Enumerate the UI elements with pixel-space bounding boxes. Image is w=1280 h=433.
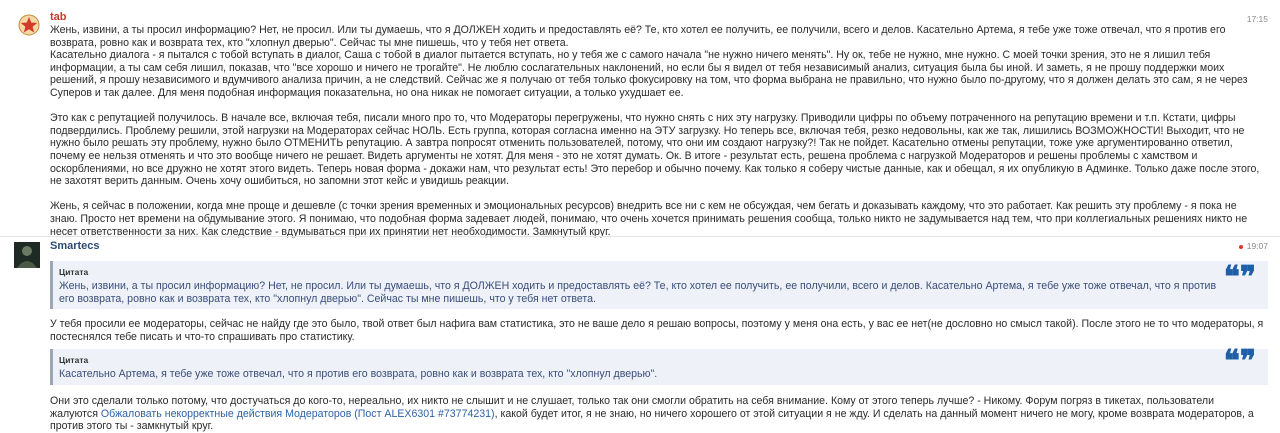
post-body: Жень, извини, а ты просил информацию? Не… <box>50 24 1264 251</box>
post-time: 19:07 <box>1238 241 1268 251</box>
quote-label: Цитата <box>59 267 89 277</box>
quote-text: Касательно Артема, я тебе уже тоже отвеч… <box>59 368 658 380</box>
quote-marks-icon: ❝❞ <box>1223 260 1256 295</box>
online-indicator-icon <box>1238 244 1243 249</box>
quote-block: Цитата Жень, извини, а ты просил информа… <box>50 261 1268 309</box>
post-tab: tab 17:15 Жень, извини, а ты просил инфо… <box>0 0 1280 238</box>
post-paragraph: Жень, извини, а ты просил информацию? Не… <box>50 24 1248 99</box>
user-photo-icon[interactable] <box>14 242 40 268</box>
appeal-link[interactable]: Обжаловать некорректные действия Модерат… <box>101 408 495 420</box>
quote-text: Жень, извини, а ты просил информацию? Не… <box>59 280 1217 305</box>
quote-block: Цитата Касательно Артема, я тебе уже тож… <box>50 344 1268 385</box>
quote-label: Цитата <box>59 355 89 365</box>
quote-marks-icon: ❝❞ <box>1223 344 1256 379</box>
star-emblem-icon[interactable] <box>18 14 40 36</box>
post-paragraph: Это как с репутацией получилось. В начал… <box>50 112 1260 188</box>
reply-text: У тебя просили ее модераторы, сейчас не … <box>50 318 1264 343</box>
post-time-value: 19:07 <box>1246 241 1268 251</box>
post-paragraph: Жень, я сейчас в положении, когда мне пр… <box>50 200 1248 238</box>
post-smartecs: Smartecs 19:07 Цитата Жень, извини, а ты… <box>0 236 1280 432</box>
post-author[interactable]: Smartecs <box>50 240 100 252</box>
reply-text: Они это сделали только потому, что досту… <box>50 395 1264 433</box>
post-author[interactable]: tab <box>50 11 67 23</box>
post-time: 17:15 <box>1246 14 1268 24</box>
